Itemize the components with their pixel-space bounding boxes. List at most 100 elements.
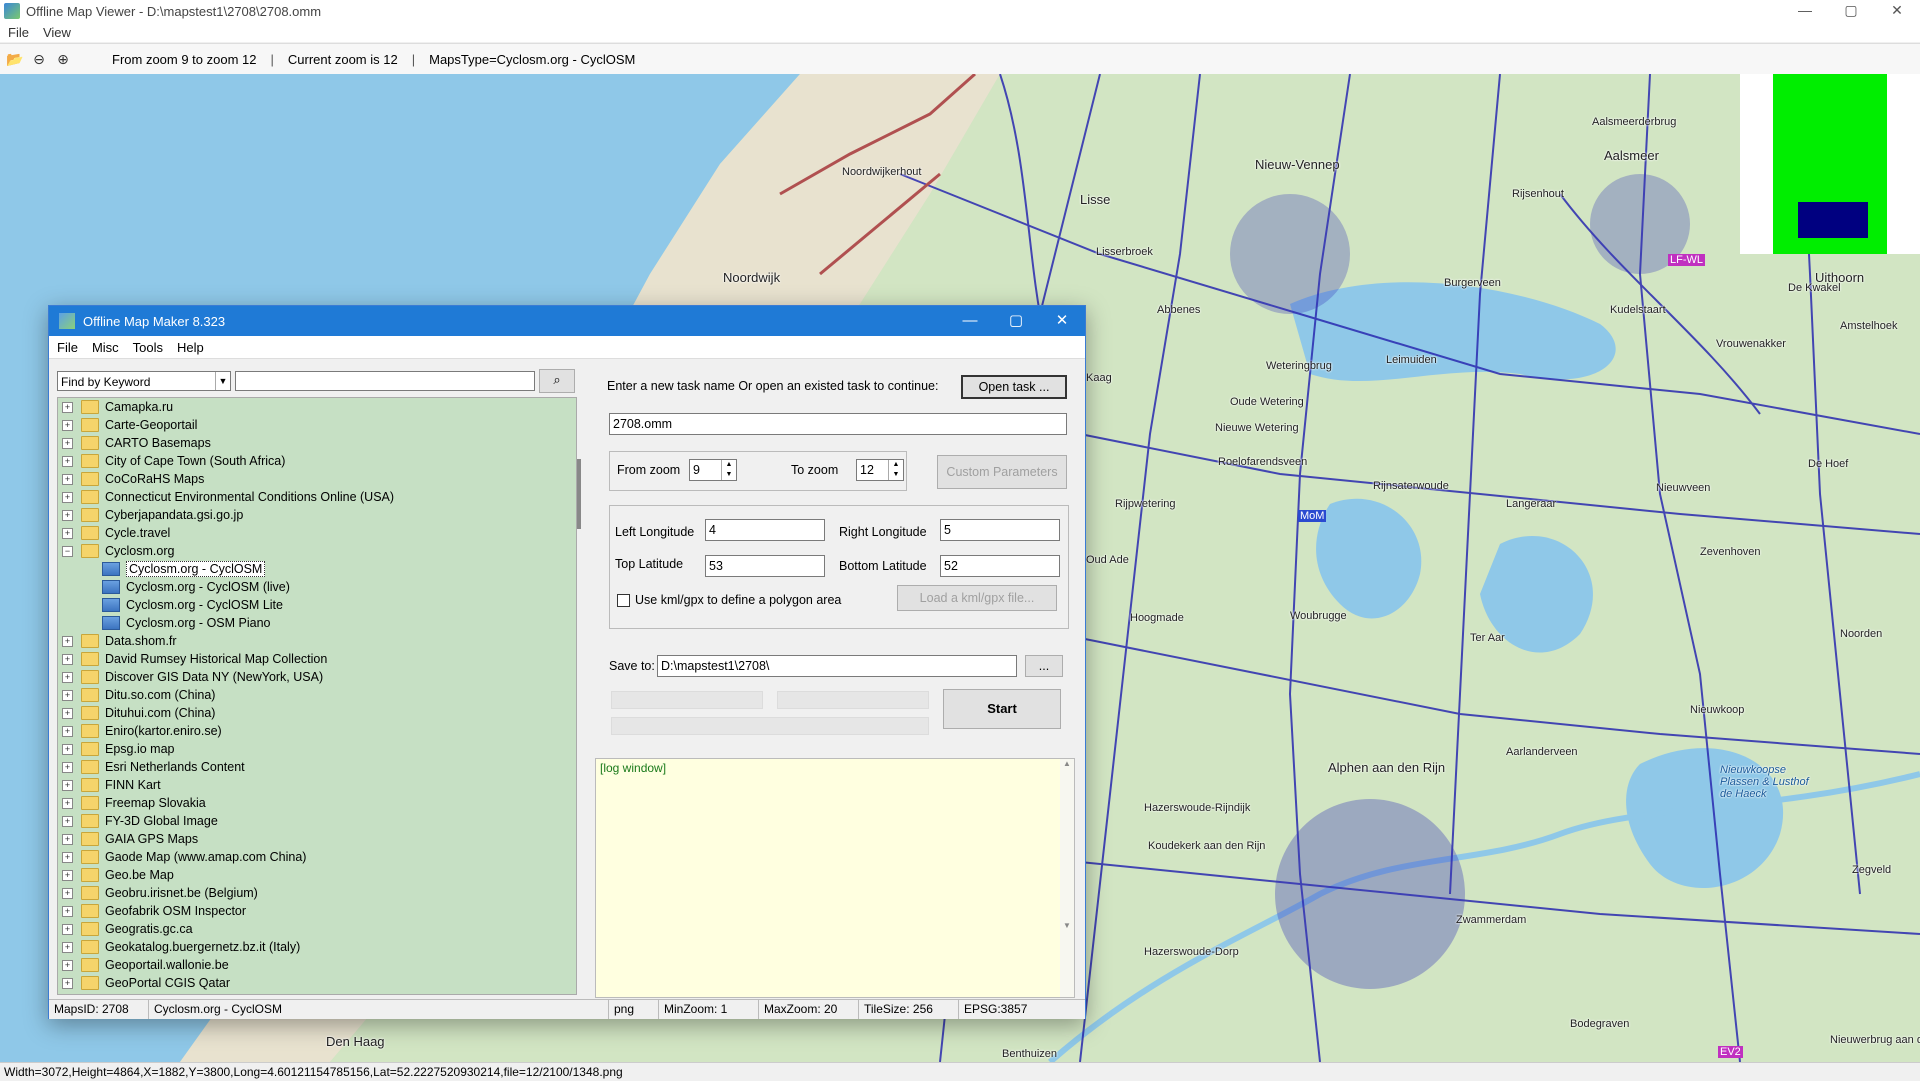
tree-item[interactable]: + Geoportail.wallonie.be [58,956,576,974]
tree-item[interactable]: − Cyclosm.org [58,542,576,560]
menu-help[interactable]: Help [177,340,204,355]
open-folder-icon[interactable]: 📂 [6,50,24,68]
tree-item[interactable]: + Geo.be Map [58,866,576,884]
expand-icon[interactable]: + [62,671,73,683]
task-name-input[interactable]: 2708.omm [609,413,1067,435]
dialog-maximize-button[interactable]: ▢ [993,306,1039,336]
expand-icon[interactable]: + [62,437,73,449]
expand-icon[interactable]: + [62,887,73,899]
tree-item[interactable]: + Cycle.travel [58,524,576,542]
tree-item[interactable]: + FINN Kart [58,776,576,794]
tree-item[interactable]: + Geokatalog.buergernetz.bz.it (Italy) [58,938,576,956]
tree-item[interactable]: + CARTO Basemaps [58,434,576,452]
tree-item[interactable]: + Eniro(kartor.eniro.se) [58,722,576,740]
menu-tools[interactable]: Tools [133,340,163,355]
custom-parameters-button[interactable]: Custom Parameters [937,455,1067,489]
log-scrollbar[interactable]: ▲ ▼ [1060,759,1074,997]
maximize-button[interactable]: ▢ [1828,0,1874,22]
spinner-arrows-icon[interactable]: ▲ ▼ [888,460,903,480]
start-button[interactable]: Start [943,689,1061,729]
collapse-icon[interactable]: − [62,545,73,557]
close-button[interactable]: ✕ [1874,0,1920,22]
dialog-close-button[interactable]: ✕ [1039,306,1085,336]
expand-icon[interactable]: + [62,509,73,521]
tree-item[interactable]: + Cyberjapandata.gsi.go.jp [58,506,576,524]
zoom-out-icon[interactable]: ⊖ [30,50,48,68]
tree-scrollbar[interactable] [577,459,581,529]
expand-icon[interactable]: + [62,689,73,701]
bottom-latitude-input[interactable]: 52 [940,555,1060,577]
tree-item[interactable]: + Data.shom.fr [58,632,576,650]
tree-item[interactable]: + David Rumsey Historical Map Collection [58,650,576,668]
tree-item[interactable]: Cyclosm.org - CyclOSM (live) [58,578,576,596]
left-longitude-input[interactable]: 4 [705,519,825,541]
search-input[interactable] [235,371,535,391]
tree-item[interactable]: + Gaode Map (www.amap.com China) [58,848,576,866]
tree-item[interactable]: + Geofabrik OSM Inspector [58,902,576,920]
expand-icon[interactable]: + [62,833,73,845]
expand-icon[interactable]: + [62,815,73,827]
expand-icon[interactable]: + [62,797,73,809]
tree-item[interactable]: + Discover GIS Data NY (NewYork, USA) [58,668,576,686]
tree-item[interactable]: Cyclosm.org - OSM Piano [58,614,576,632]
expand-icon[interactable]: + [62,527,73,539]
save-path-input[interactable]: D:\mapstest1\2708\ [657,655,1017,677]
from-zoom-spinner[interactable]: 9 ▲ ▼ [689,459,737,481]
kml-polygon-checkbox[interactable] [617,594,630,607]
tree-item[interactable]: + Camapka.ru [58,398,576,416]
top-latitude-input[interactable]: 53 [705,555,825,577]
tree-item[interactable]: + GeoPortal CGIS Qatar [58,974,576,992]
tree-item[interactable]: + Carte-Geoportail [58,416,576,434]
to-zoom-spinner[interactable]: 12 ▲ ▼ [856,459,904,481]
expand-icon[interactable]: + [62,905,73,917]
spinner-arrows-icon[interactable]: ▲ ▼ [721,460,736,480]
expand-icon[interactable]: + [62,941,73,953]
expand-icon[interactable]: + [62,923,73,935]
menu-view[interactable]: View [43,25,71,40]
tree-item[interactable]: + Freemap Slovakia [58,794,576,812]
expand-icon[interactable]: + [62,761,73,773]
overview-viewport[interactable] [1798,202,1868,238]
load-kml-button[interactable]: Load a kml/gpx file... [897,585,1057,611]
expand-icon[interactable]: + [62,977,73,989]
expand-icon[interactable]: + [62,725,73,737]
open-task-button[interactable]: Open task ... [961,375,1067,399]
expand-icon[interactable]: + [62,779,73,791]
search-mode-select[interactable]: Find by Keyword ▼ [57,371,231,391]
menu-file[interactable]: File [8,25,29,40]
expand-icon[interactable]: + [62,455,73,467]
search-button[interactable]: ⌕ [539,369,575,393]
browse-button[interactable]: ... [1025,655,1063,677]
tree-item[interactable]: + Epsg.io map [58,740,576,758]
tree-item[interactable]: + Dituhui.com (China) [58,704,576,722]
tree-item[interactable]: + Connecticut Environmental Conditions On… [58,488,576,506]
tree-item[interactable]: + CoCoRaHS Maps [58,470,576,488]
tree-item[interactable]: + Ditu.so.com (China) [58,686,576,704]
expand-icon[interactable]: + [62,743,73,755]
overview-minimap[interactable] [1740,74,1920,254]
expand-icon[interactable]: + [62,635,73,647]
expand-icon[interactable]: + [62,707,73,719]
expand-icon[interactable]: + [62,401,73,413]
expand-icon[interactable]: + [62,959,73,971]
tree-item[interactable]: Cyclosm.org - CyclOSM [58,560,576,578]
tree-item[interactable]: + City of Cape Town (South Africa) [58,452,576,470]
expand-icon[interactable]: + [62,491,73,503]
expand-icon[interactable]: + [62,851,73,863]
right-longitude-input[interactable]: 5 [940,519,1060,541]
expand-icon[interactable]: + [62,869,73,881]
tree-item[interactable]: + GAIA GPS Maps [58,830,576,848]
zoom-in-icon[interactable]: ⊕ [54,50,72,68]
dialog-minimize-button[interactable]: — [947,306,993,336]
minimize-button[interactable]: — [1782,0,1828,22]
expand-icon[interactable]: + [62,653,73,665]
log-window[interactable]: [log window] ▲ ▼ [595,758,1075,998]
tree-item[interactable]: Cyclosm.org - CyclOSM Lite [58,596,576,614]
tree-item[interactable]: + Esri Netherlands Content [58,758,576,776]
tree-item[interactable]: + Geobru.irisnet.be (Belgium) [58,884,576,902]
tree-item[interactable]: + FY-3D Global Image [58,812,576,830]
tree-item[interactable]: + Geogratis.gc.ca [58,920,576,938]
map-source-tree[interactable]: + Camapka.ru + Carte-Geoportail + CARTO Basem… [57,397,577,995]
menu-misc[interactable]: Misc [92,340,119,355]
menu-file[interactable]: File [57,340,78,355]
